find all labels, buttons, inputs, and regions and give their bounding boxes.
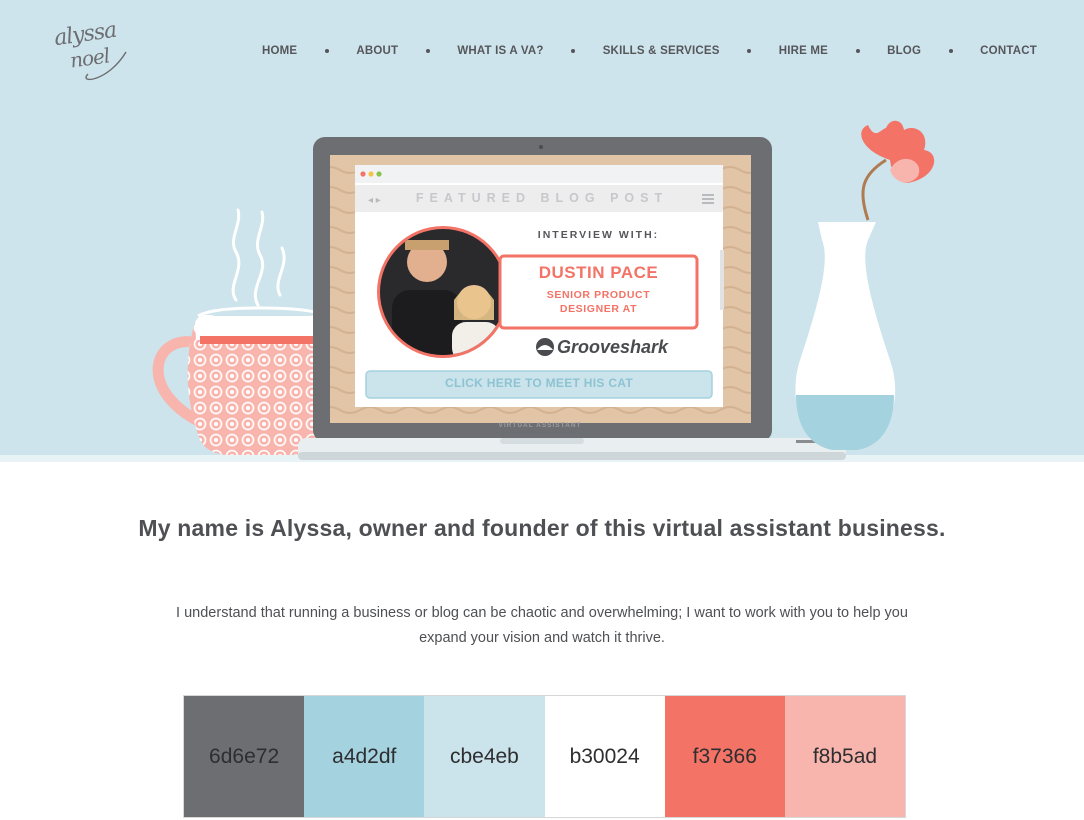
company-name: Grooveshark	[557, 337, 669, 357]
steam-icon	[231, 208, 286, 307]
swatch-6: f8b5ad	[784, 696, 906, 817]
hero-banner: alyssa noel HOME ABOUT WHAT IS A VA? SKI…	[0, 0, 1084, 462]
interviewee-role-line2: DESIGNER AT	[559, 303, 638, 315]
swatch-3: cbe4eb	[424, 696, 545, 817]
mug-icon	[152, 306, 332, 455]
back-forward-icon: ◂ ▸	[368, 195, 381, 206]
swatch-4: b30024	[544, 696, 665, 817]
swatch-5: f37366	[664, 696, 785, 817]
featured-bar-title: FEATURED BLOG POST	[415, 191, 669, 205]
intro-paragraph: I understand that running a business or …	[70, 601, 1014, 651]
color-palette: 6d6e72 a4d2df cbe4eb b30024 f37366 f8b5a…	[183, 695, 906, 818]
page-headline: My name is Alyssa, owner and founder of …	[138, 515, 946, 541]
interview-label: INTERVIEW WITH:	[537, 229, 660, 241]
laptop-caption: VIRTUAL ASSISTANT	[498, 422, 582, 429]
intro-line-1: I understand that running a business or …	[176, 605, 908, 621]
grooveshark-icon	[536, 338, 554, 356]
intro-line-2: expand your vision and watch it thrive.	[419, 630, 665, 646]
swatch-2: a4d2df	[304, 696, 425, 817]
flower-vase-icon	[795, 120, 935, 450]
menu-icon	[702, 194, 714, 204]
interviewee-name: DUSTIN PACE	[538, 263, 659, 282]
swatch-1: 6d6e72	[184, 696, 305, 817]
meet-cat-button[interactable]: CLICK HERE TO MEET HIS CAT	[366, 376, 712, 390]
interviewee-role-line1: SENIOR PRODUCT	[546, 289, 651, 301]
